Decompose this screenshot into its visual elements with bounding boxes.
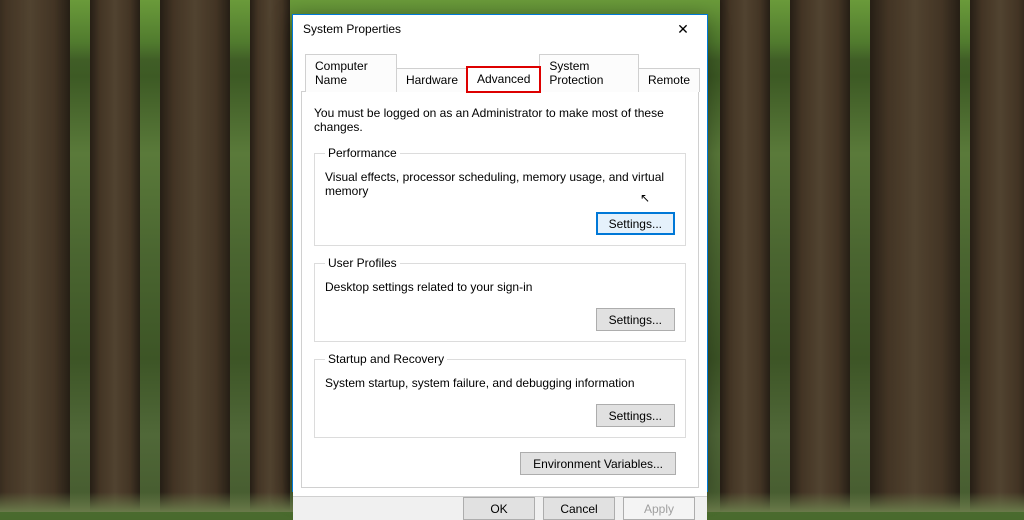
wallpaper-trunk [160,0,230,512]
tab-system-protection[interactable]: System Protection [539,54,639,92]
ok-button[interactable]: OK [463,497,535,520]
wallpaper-trunk [90,0,140,512]
performance-group: Performance Visual effects, processor sc… [314,146,686,246]
admin-note: You must be logged on as an Administrato… [314,106,686,134]
dialog-client-area: Computer Name Hardware Advanced System P… [293,43,707,496]
user-profiles-group: User Profiles Desktop settings related t… [314,256,686,342]
cancel-button[interactable]: Cancel [543,497,615,520]
tab-hardware[interactable]: Hardware [396,68,468,92]
system-properties-dialog: System Properties ✕ Computer Name Hardwa… [292,14,708,492]
user-profiles-settings-button[interactable]: Settings... [596,308,675,331]
wallpaper-trunk [0,0,70,512]
titlebar[interactable]: System Properties ✕ [293,15,707,43]
close-button[interactable]: ✕ [663,15,703,43]
startup-recovery-settings-button[interactable]: Settings... [596,404,675,427]
user-profiles-desc: Desktop settings related to your sign-in [325,280,675,294]
environment-variables-button[interactable]: Environment Variables... [520,452,676,475]
tab-remote[interactable]: Remote [638,68,700,92]
user-profiles-legend: User Profiles [325,256,400,270]
tab-advanced[interactable]: Advanced [467,67,540,92]
tabstrip: Computer Name Hardware Advanced System P… [301,49,699,92]
wallpaper-trunk [970,0,1024,512]
tab-computer-name[interactable]: Computer Name [305,54,397,92]
dialog-title: System Properties [303,22,401,36]
advanced-tab-page: You must be logged on as an Administrato… [301,92,699,488]
startup-recovery-legend: Startup and Recovery [325,352,447,366]
startup-recovery-group: Startup and Recovery System startup, sys… [314,352,686,438]
dialog-footer: OK Cancel Apply [293,496,707,520]
startup-recovery-desc: System startup, system failure, and debu… [325,376,675,390]
wallpaper-trunk [720,0,770,512]
apply-button[interactable]: Apply [623,497,695,520]
wallpaper-trunk [790,0,850,512]
wallpaper-trunk [250,0,290,512]
performance-legend: Performance [325,146,400,160]
performance-settings-button[interactable]: Settings... [596,212,675,235]
wallpaper-trunk [870,0,960,512]
performance-desc: Visual effects, processor scheduling, me… [325,170,675,198]
close-icon: ✕ [677,22,689,36]
